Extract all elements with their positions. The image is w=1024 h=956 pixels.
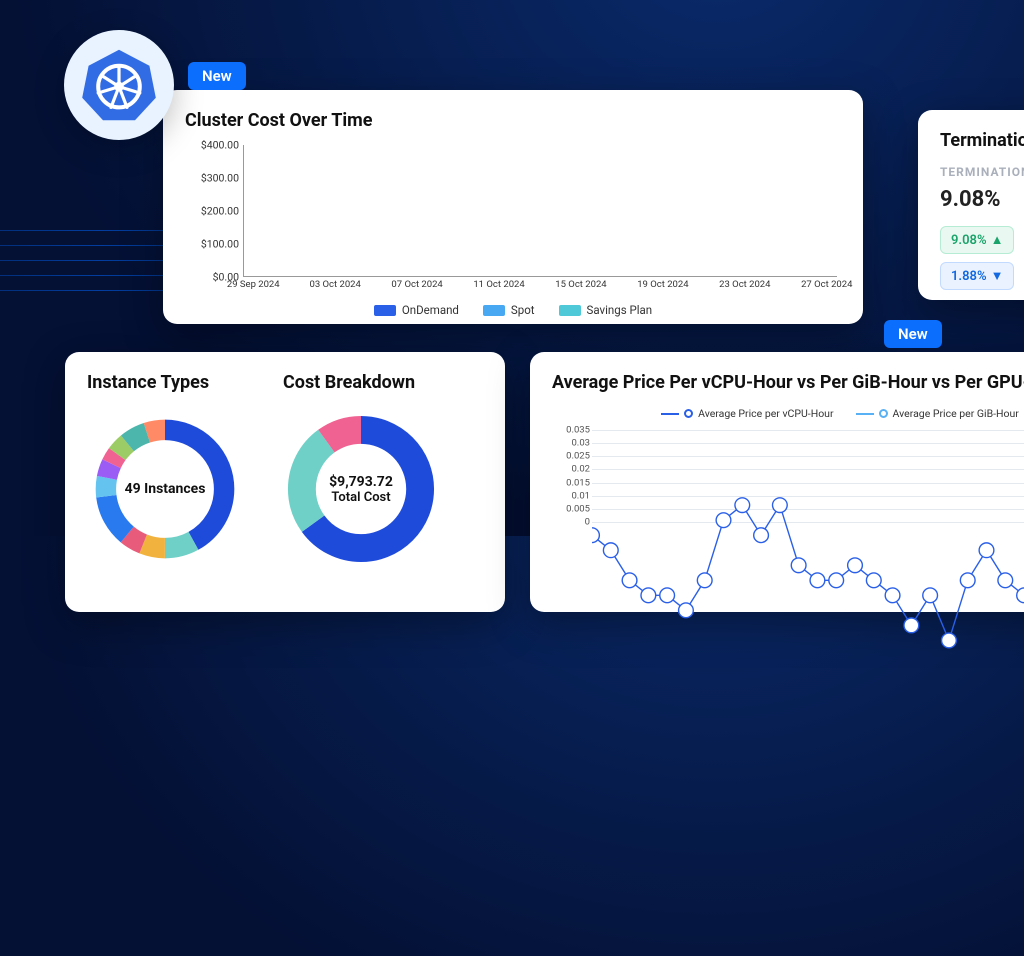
- termination-value: 9.08%: [940, 187, 1024, 212]
- new-badge: New: [884, 320, 942, 348]
- chart-legend: Average Price per vCPU-Hour Average Pric…: [552, 407, 1024, 420]
- termination-card: Termination TERMINATION 9.08% 9.08% ▲ 1.…: [918, 110, 1024, 300]
- termination-subtitle: TERMINATION: [940, 165, 1024, 179]
- card-title: Cluster Cost Over Time: [185, 110, 841, 131]
- stacked-bar-chart[interactable]: $0.00$100.00$200.00$300.00$400.00 29 Sep…: [185, 145, 841, 277]
- card-title: Termination: [940, 130, 1024, 151]
- termination-pill-up: 9.08% ▲: [940, 226, 1014, 254]
- line-chart[interactable]: 00.0050.010.0150.020.0250.030.035: [592, 430, 1024, 522]
- instances-card: Instance Types 49 Instances Cost Breakdo…: [65, 352, 505, 612]
- cost-breakdown-donut[interactable]: $9,793.72 Total Cost: [283, 411, 439, 567]
- card-title: Instance Types: [87, 372, 243, 393]
- donut-center-label: $9,793.72 Total Cost: [283, 411, 439, 567]
- instance-types-donut[interactable]: 49 Instances: [87, 411, 243, 567]
- cluster-cost-card: Cluster Cost Over Time $0.00$100.00$200.…: [163, 90, 863, 324]
- triangle-up-icon: ▲: [991, 232, 1004, 248]
- card-title: Average Price Per vCPU-Hour vs Per GiB-H…: [552, 372, 1024, 393]
- kubernetes-logo: [64, 30, 174, 140]
- chart-legend: OnDemandSpotSavings Plan: [185, 303, 841, 317]
- avg-price-card: Average Price Per vCPU-Hour vs Per GiB-H…: [530, 352, 1024, 612]
- donut-center-label: 49 Instances: [87, 411, 243, 567]
- new-badge: New: [188, 62, 246, 90]
- triangle-down-icon: ▼: [991, 268, 1004, 284]
- card-title: Cost Breakdown: [283, 372, 439, 393]
- termination-pill-down: 1.88% ▼: [940, 262, 1014, 290]
